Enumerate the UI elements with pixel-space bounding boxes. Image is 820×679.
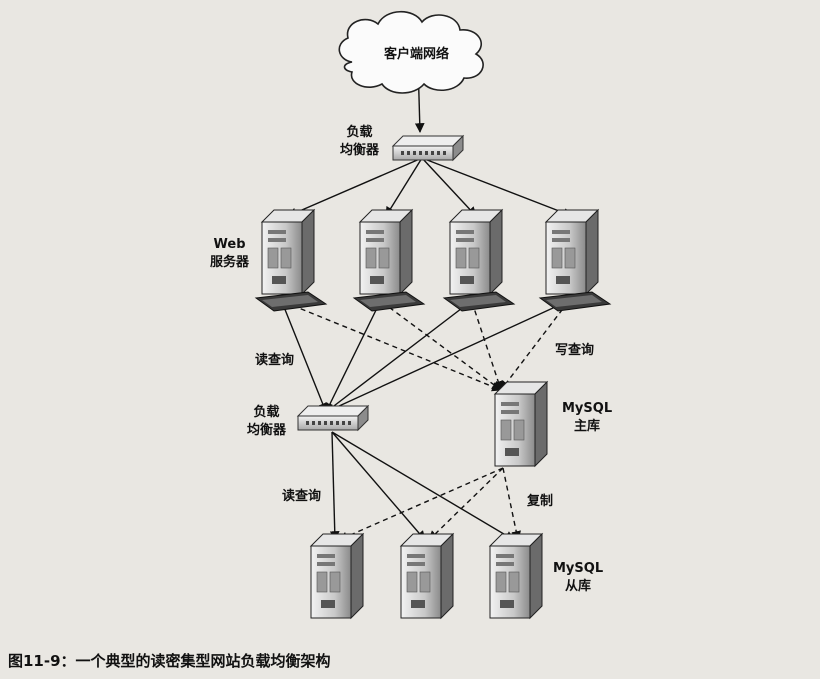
read-query-top-label: 读查询 [255, 353, 295, 368]
write-query-label: 写查询 [555, 343, 595, 358]
web-keyboard-3 [442, 291, 516, 312]
edge-lb-to-web-4 [421, 157, 573, 218]
edge-lb-to-web-3 [421, 157, 477, 217]
edge-lb-to-slave-3 [331, 431, 515, 541]
edge-lb-to-slave-2 [331, 431, 426, 541]
edge-replication-2 [428, 467, 504, 541]
edge-web-3-read [325, 301, 471, 413]
mysql-slave-label: MySQL 从库 [553, 561, 604, 594]
edge-web-2-read [325, 301, 381, 413]
mysql-slave-2 [399, 532, 455, 620]
web-server-2 [358, 208, 414, 296]
diagram-stage: 客户端网络 负载 均衡器 Web 服务器 读查询 写查询 负载 均衡器 MySQ… [0, 0, 820, 679]
middle-load-balancer [296, 404, 370, 432]
cloud-label: 客户端网络 [384, 47, 450, 62]
web-keyboard-1 [254, 291, 328, 312]
edge-web-2-write [381, 301, 502, 391]
mysql-slave-3 [488, 532, 544, 620]
top-load-balancer [391, 134, 465, 162]
edge-lb-to-slave-1 [329, 431, 340, 541]
nodes [254, 10, 612, 620]
top-load-balancer-label: 负载 均衡器 [340, 125, 380, 158]
web-server-4 [544, 208, 600, 296]
replication-label: 复制 [527, 494, 554, 509]
edge-replication-1 [338, 467, 504, 541]
edge-lb-to-web-2 [385, 157, 423, 217]
read-query-bottom-label: 读查询 [282, 489, 322, 504]
edge-replication-3 [502, 467, 521, 541]
edge-lb-to-web-1 [287, 157, 423, 217]
web-server-1 [260, 208, 316, 296]
mysql-master-server [493, 380, 549, 468]
middle-load-balancer-label: 负载 均衡器 [247, 405, 287, 438]
web-server-3 [448, 208, 504, 296]
architecture-diagram [254, 10, 612, 620]
edge-web-3-write [471, 301, 503, 391]
web-keyboard-2 [352, 291, 426, 312]
web-keyboard-4 [538, 291, 612, 312]
figure-caption: 图11-9：一个典型的读密集型网站负载均衡架构 [8, 652, 331, 670]
connections [281, 61, 573, 541]
web-servers-label: Web 服务器 [210, 237, 250, 270]
mysql-master-label: MySQL 主库 [562, 401, 613, 434]
mysql-slave-1 [309, 532, 365, 620]
